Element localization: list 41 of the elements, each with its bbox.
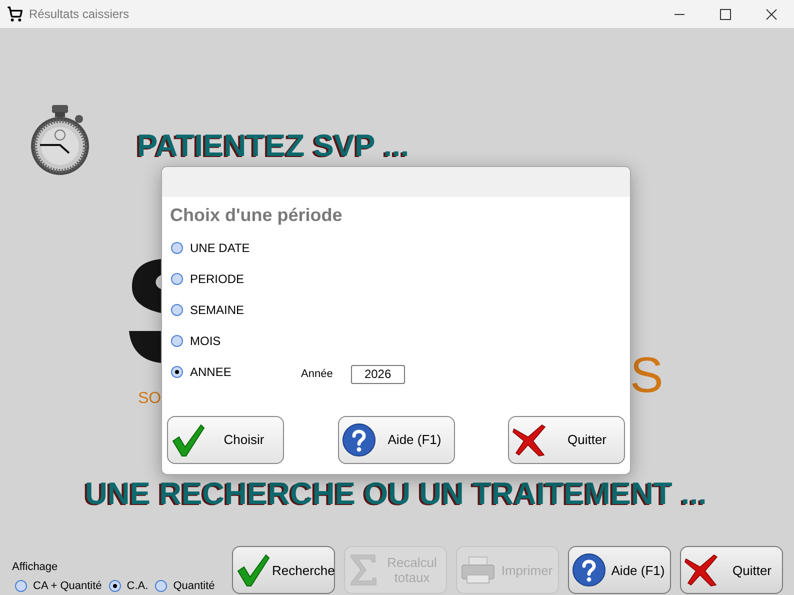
radio-button[interactable] bbox=[171, 273, 183, 285]
option-label: ANNEE bbox=[190, 364, 232, 381]
option-label: MOIS bbox=[190, 333, 222, 350]
checkmark-icon bbox=[171, 423, 205, 457]
status-message: UNE RECHERCHE OU UN TRAITEMENT ... bbox=[85, 475, 707, 513]
close-icon bbox=[766, 8, 776, 20]
radio-button[interactable] bbox=[171, 304, 183, 316]
maximize-icon bbox=[720, 8, 730, 20]
choose-button[interactable]: Choisir bbox=[167, 416, 284, 464]
radio-button[interactable] bbox=[15, 580, 27, 592]
quit-button[interactable]: Quitter bbox=[680, 546, 783, 594]
radio-button[interactable] bbox=[171, 335, 183, 347]
display-option-label: Quantité bbox=[173, 578, 215, 594]
window-title: Résultats caissiers bbox=[29, 6, 130, 23]
checkmark-icon bbox=[236, 553, 270, 587]
help-button[interactable]: Aide (F1) bbox=[568, 546, 671, 594]
sigma-icon bbox=[348, 553, 378, 587]
year-label: Année bbox=[301, 366, 333, 382]
printer-icon bbox=[460, 555, 496, 585]
quit-button[interactable]: Quitter bbox=[508, 416, 625, 464]
year-field[interactable]: 2026 bbox=[350, 364, 405, 384]
search-button[interactable]: Recherche bbox=[232, 546, 335, 594]
display-option-label: C.A. bbox=[126, 578, 148, 594]
radio-button[interactable] bbox=[171, 242, 183, 254]
option-label: UNE DATE bbox=[190, 240, 251, 257]
logo-tagline: SO bbox=[138, 389, 162, 409]
option-label: PERIODE bbox=[190, 271, 246, 288]
help-icon bbox=[572, 553, 606, 587]
option-label: SEMAINE bbox=[190, 302, 246, 319]
display-label: Affichage bbox=[12, 560, 59, 575]
display-option-label: CA + Quantité bbox=[33, 578, 102, 594]
cart-icon bbox=[7, 6, 23, 22]
radio-button[interactable] bbox=[108, 580, 121, 592]
wait-message: PATIENTEZ SVP ... bbox=[137, 127, 410, 165]
dialog-title: Choix d'une période bbox=[170, 204, 344, 227]
stopwatch-icon bbox=[30, 104, 92, 176]
logo-letter-end: S bbox=[630, 350, 664, 400]
help-button[interactable]: Aide (F1) bbox=[338, 416, 454, 464]
radio-button[interactable] bbox=[171, 366, 183, 378]
help-icon bbox=[342, 423, 376, 457]
radio-button[interactable] bbox=[155, 580, 168, 592]
